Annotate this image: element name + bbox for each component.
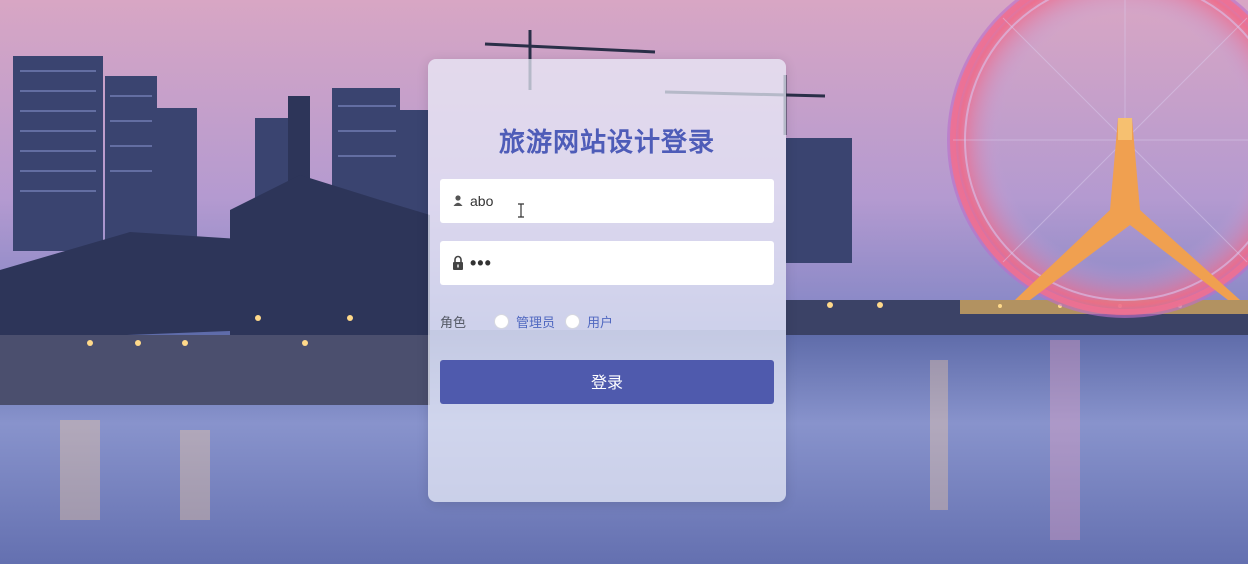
password-input[interactable]	[470, 241, 760, 285]
login-page: 旅游网站设计登录 角色 管理员 用户 登	[0, 0, 1248, 564]
role-selector: 角色 管理员 用户	[440, 311, 623, 331]
text-cursor-icon	[518, 203, 524, 218]
login-title: 旅游网站设计登录	[498, 128, 715, 158]
role-radio-admin[interactable]	[494, 313, 510, 329]
login-button[interactable]: 登录	[440, 360, 774, 404]
username-field[interactable]	[440, 179, 774, 223]
password-field[interactable]	[440, 241, 774, 285]
role-option-admin-label[interactable]: 管理员	[516, 312, 555, 331]
role-option-user-label[interactable]: 用户	[587, 312, 613, 331]
role-label: 角色	[440, 315, 467, 331]
username-input[interactable]	[470, 179, 760, 223]
role-radio-user[interactable]	[565, 313, 581, 329]
lock-icon	[453, 255, 463, 270]
login-card: 旅游网站设计登录 角色 管理员 用户 登	[428, 59, 786, 502]
user-icon	[453, 195, 463, 206]
